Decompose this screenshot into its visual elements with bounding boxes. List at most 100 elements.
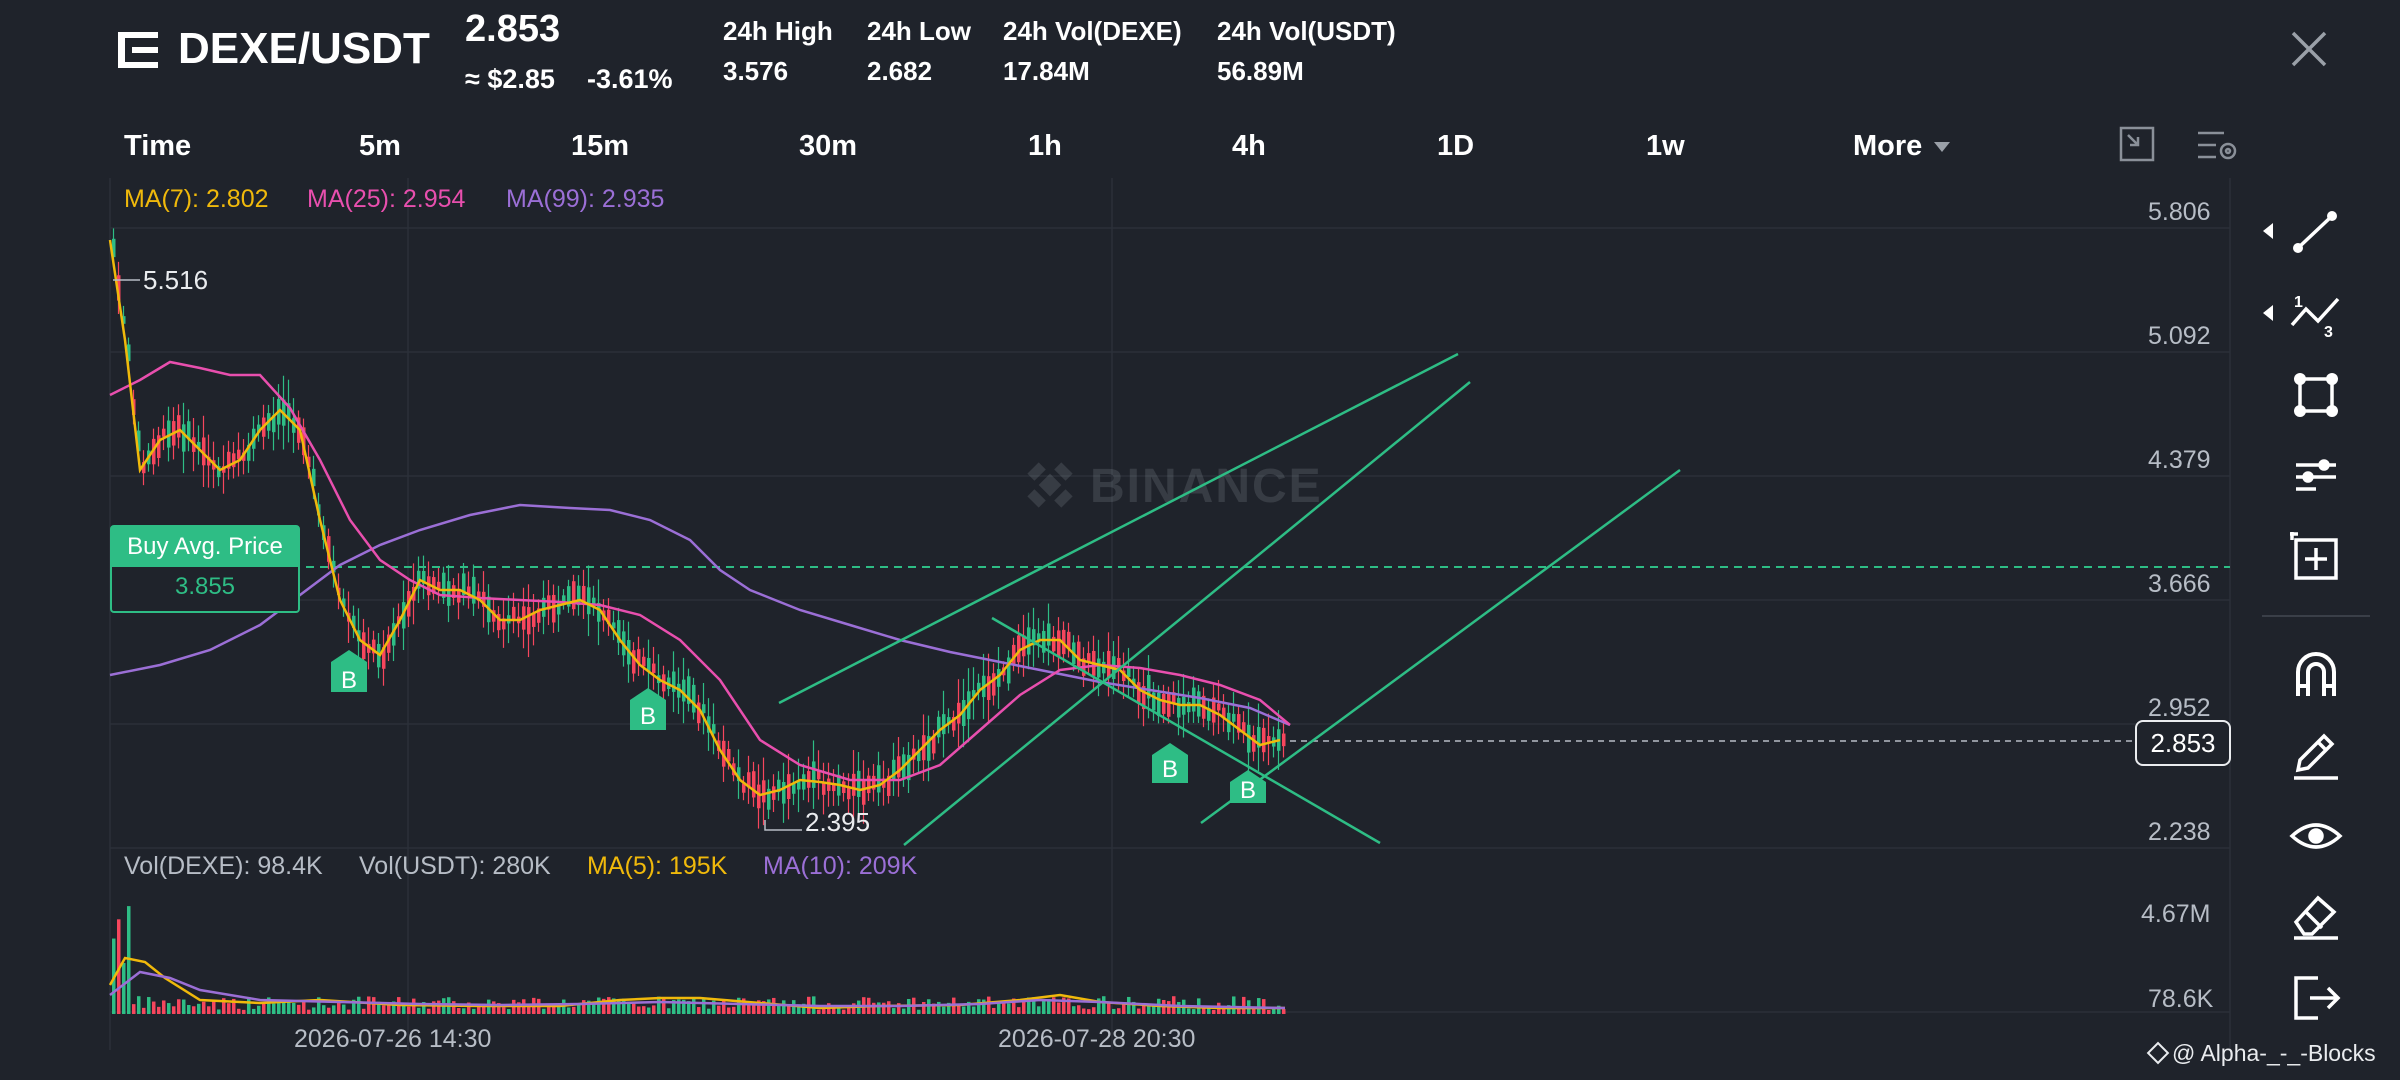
vol-quote-legend: Vol(USDT): 280K: [359, 852, 551, 880]
buy-marker-2: B: [630, 688, 666, 730]
svg-text:B: B: [1240, 777, 1256, 804]
exit-icon[interactable]: [2286, 968, 2346, 1028]
volume-bar: [887, 1001, 891, 1014]
volume-bar: [437, 1000, 441, 1014]
volume-bar: [847, 1007, 851, 1014]
volume-bar: [962, 1006, 966, 1014]
candle-body: [1137, 682, 1141, 704]
buy-avg-label: Buy Avg. Price: [112, 527, 298, 567]
candle-body: [942, 714, 946, 735]
volume-bar: [782, 1000, 786, 1014]
fib-icon[interactable]: 13: [2286, 285, 2346, 345]
volume-bar: [182, 999, 186, 1014]
volume-bar: [177, 999, 181, 1014]
candle-body: [512, 606, 516, 620]
expand-arrow-icon[interactable]: [2262, 222, 2274, 245]
diamond-icon: [2146, 1041, 2170, 1065]
candle-body: [1077, 641, 1081, 667]
volume-bar: [632, 1003, 636, 1014]
volume-bar: [892, 1008, 896, 1014]
trend-line-icon[interactable]: [2286, 202, 2346, 262]
volume-bar: [1282, 1009, 1286, 1014]
divider: [2262, 615, 2370, 617]
expand-arrow-icon[interactable]: [2262, 304, 2274, 327]
settings-sliders-icon[interactable]: [2286, 447, 2346, 507]
volume-bar: [197, 1003, 201, 1014]
buy-marker-3: B: [1152, 743, 1188, 783]
volume-bar: [297, 1004, 301, 1014]
volume-bar: [872, 1002, 876, 1014]
svg-text:B: B: [341, 667, 357, 694]
volume-bar: [262, 1002, 266, 1014]
candle-body: [847, 787, 851, 800]
volume-bar: [302, 1000, 306, 1014]
volume-bar: [977, 999, 981, 1014]
volume-bar: [1257, 998, 1261, 1014]
volume-bar: [1072, 1006, 1076, 1014]
ma7-legend: MA(7): 2.802: [124, 185, 269, 213]
candle-body: [852, 773, 856, 796]
candle-body: [822, 782, 826, 795]
volume-bar: [1057, 1002, 1061, 1014]
candle-body: [762, 780, 766, 803]
candle-body: [712, 724, 716, 734]
eye-icon[interactable]: [2286, 806, 2346, 866]
candle-body: [1097, 658, 1101, 678]
volume-bar: [642, 1006, 646, 1014]
price-axis-label: 2.238: [2148, 818, 2211, 846]
candle-body: [572, 581, 576, 610]
volume-bar: [567, 1007, 571, 1014]
volume-bar: [152, 1001, 156, 1014]
candle-body: [587, 587, 591, 615]
volume-bar: [922, 1001, 926, 1014]
volume-bar: [332, 1005, 336, 1014]
volume-bar: [427, 1008, 431, 1014]
volume-bar: [877, 1002, 881, 1014]
candle-body: [592, 597, 596, 604]
svg-text:3: 3: [2324, 324, 2333, 341]
volume-bar: [137, 996, 141, 1014]
volume-bar: [1092, 1007, 1096, 1014]
volume-bar: [572, 1006, 576, 1014]
vol-base-legend: Vol(DEXE): 98.4K: [124, 852, 323, 880]
volume-bar: [157, 1006, 161, 1014]
svg-text:1: 1: [2294, 294, 2303, 311]
volume-bar: [167, 1003, 171, 1014]
volume-bar: [1232, 996, 1236, 1014]
volume-axis-label: 4.67M: [2141, 900, 2211, 928]
volume-bar: [1177, 1001, 1181, 1014]
candle-body: [702, 704, 706, 714]
volume-bar: [122, 962, 126, 1014]
volume-bar: [1107, 1002, 1111, 1014]
ma99-legend: MA(99): 2.935: [506, 185, 665, 213]
candlestick-chart[interactable]: BINANCE 5.516 2.395 B B B B: [0, 0, 2400, 1080]
volume-bar: [257, 1005, 261, 1014]
volume-bar: [902, 1008, 906, 1014]
candle-body: [802, 774, 806, 790]
shape-icon[interactable]: [2286, 365, 2346, 425]
candle-body: [807, 771, 811, 788]
volume-bar: [547, 1006, 551, 1014]
add-frame-icon[interactable]: [2286, 528, 2346, 588]
volume-bar: [822, 1008, 826, 1014]
buy-avg-value: 3.855: [174, 573, 236, 600]
volume-bar: [242, 1009, 246, 1014]
buy-avg-box[interactable]: Buy Avg. Price 3.855: [110, 525, 300, 613]
candle-body: [552, 594, 556, 623]
volume-bar: [1187, 1008, 1191, 1014]
volume-bar: [1192, 1009, 1196, 1014]
pencil-icon[interactable]: [2286, 726, 2346, 786]
volume-bar: [367, 996, 371, 1014]
magnet-icon[interactable]: [2286, 644, 2346, 704]
ma25-legend: MA(25): 2.954: [307, 185, 466, 213]
candle-body: [472, 576, 476, 604]
price-axis-label: 5.806: [2148, 198, 2211, 226]
eraser-icon[interactable]: [2286, 886, 2346, 946]
candle-body: [447, 581, 451, 606]
volume-bar: [337, 1002, 341, 1014]
volume-bar: [582, 1000, 586, 1014]
volume-bar: [362, 1008, 366, 1014]
volume-bar: [777, 1005, 781, 1014]
volume-bar: [662, 997, 666, 1014]
candle-body: [782, 782, 786, 804]
